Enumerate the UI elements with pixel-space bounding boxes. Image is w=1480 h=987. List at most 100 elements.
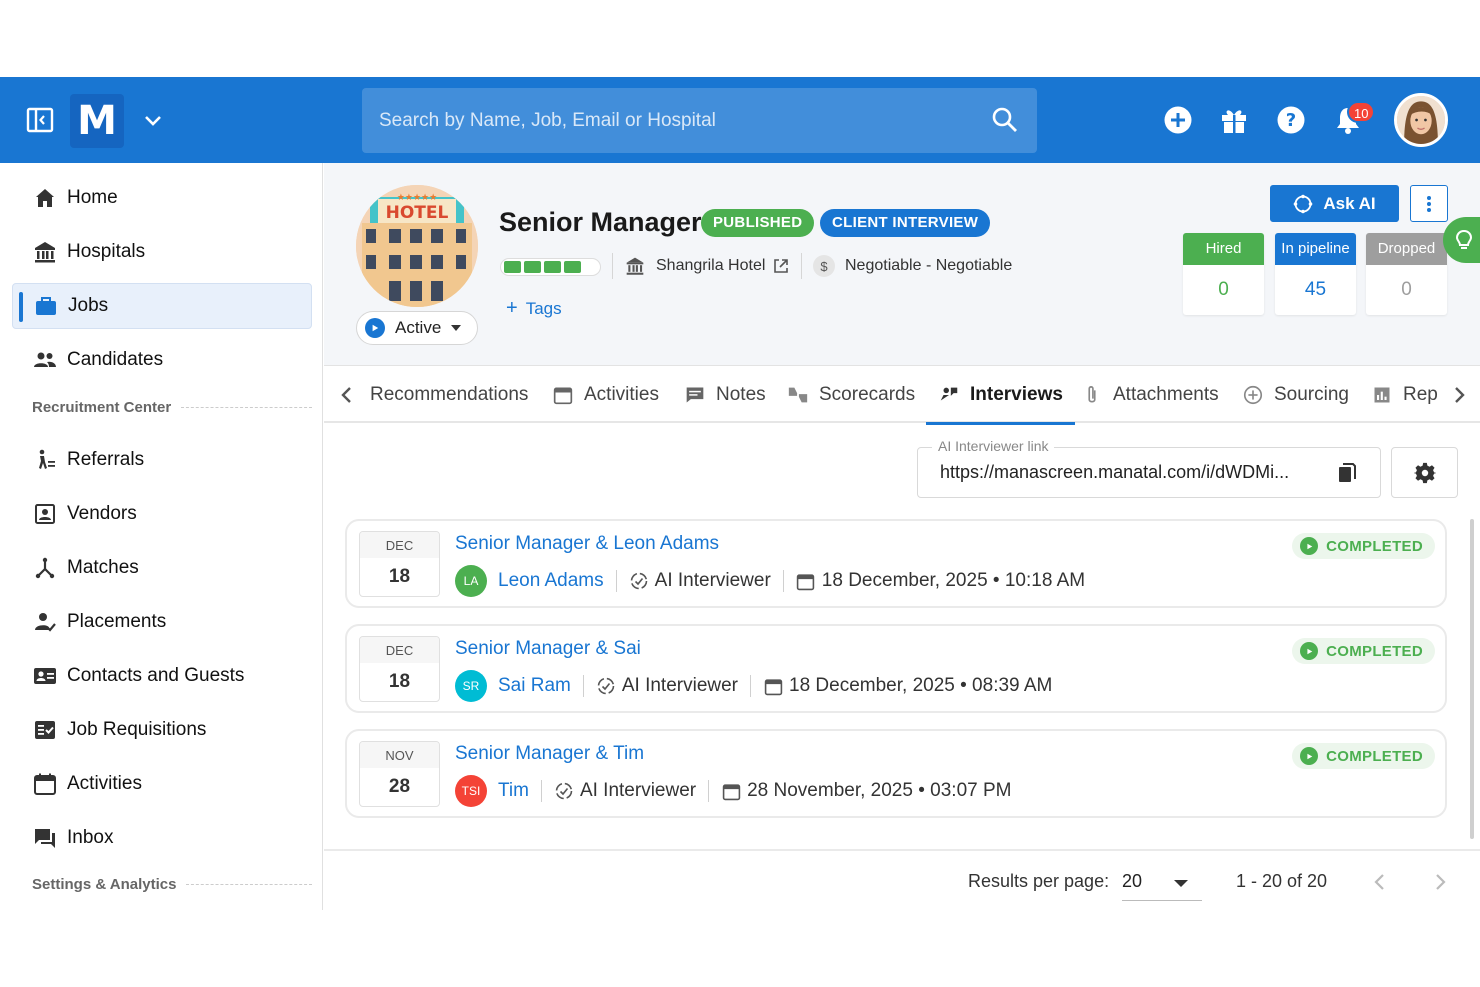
sidebar-item-contacts-and-guests[interactable]: Contacts and Guests (12, 653, 312, 699)
results-per-page-select[interactable]: 20 (1122, 863, 1202, 901)
sidebar-item-label: Jobs (68, 295, 109, 316)
placement-icon (32, 609, 58, 635)
sidebar-item-label: Inbox (67, 827, 114, 848)
tab-reports[interactable]: Rep (1371, 367, 1438, 423)
candidate-name-link[interactable]: Leon Adams (498, 570, 604, 592)
checklist-icon (32, 717, 58, 743)
candidate-name-link[interactable]: Sai Ram (498, 675, 571, 697)
job-status-select[interactable]: Active (356, 311, 478, 345)
interview-card[interactable]: DEC 18 Senior Manager & Leon Adams LA Le… (345, 519, 1447, 608)
search-input[interactable] (362, 88, 982, 153)
tab-attachments[interactable]: Attachments (1081, 367, 1219, 423)
progress-segment (524, 261, 541, 273)
building-icon (32, 239, 58, 265)
sidebar-item-candidates[interactable]: Candidates (12, 337, 312, 383)
sidebar-item-vendors[interactable]: Vendors (12, 491, 312, 537)
gift-icon[interactable] (1219, 105, 1249, 135)
published-chip: PUBLISHED (701, 209, 815, 237)
candidate-name-link[interactable]: Tim (498, 780, 529, 802)
tab-activities[interactable]: Activities (552, 367, 659, 423)
ask-ai-button[interactable]: Ask AI (1270, 185, 1399, 222)
interviewer-name: AI Interviewer (621, 675, 739, 696)
interview-settings-button[interactable] (1391, 447, 1458, 498)
interview-title-link[interactable]: Senior Manager & Leon Adams (455, 533, 719, 555)
interview-month: DEC (360, 637, 439, 663)
interview-day: 18 (388, 671, 411, 692)
add-tags-button[interactable]: + Tags (506, 297, 562, 320)
section-label-text: Settings & Analytics (32, 876, 177, 893)
more-options-button[interactable] (1410, 185, 1448, 222)
scrollbar[interactable] (1470, 519, 1474, 839)
sidebar-item-job-requisitions[interactable]: Job Requisitions (12, 707, 312, 753)
home-icon (32, 185, 58, 211)
interview-card[interactable]: DEC 18 Senior Manager & Sai SR Sai Ram A… (345, 624, 1447, 713)
chevron-left-icon[interactable] (336, 384, 358, 406)
sidebar-item-matches[interactable]: Matches (12, 545, 312, 591)
sidebar-toggle-icon[interactable] (26, 106, 54, 134)
more-vert-icon (1427, 195, 1431, 212)
sidebar-item-referrals[interactable]: Referrals (12, 437, 312, 483)
chevron-right-icon[interactable] (1448, 384, 1470, 406)
app-logo[interactable]: M (70, 94, 124, 148)
candidate-avatar: SR (455, 670, 487, 702)
svg-text:★★★★★: ★★★★★ (397, 193, 437, 203)
stat-hired[interactable]: Hired 0 (1183, 233, 1264, 315)
previous-page-icon[interactable] (1368, 870, 1392, 894)
external-link-icon[interactable] (773, 258, 789, 274)
app-window: M ? 10 (0, 77, 1480, 910)
job-hospital: Shangrila Hotel (624, 255, 789, 277)
tab-notes[interactable]: Notes (684, 367, 766, 423)
add-circle-icon[interactable] (1163, 105, 1193, 135)
gear-icon (1413, 462, 1436, 483)
referral-icon (32, 447, 58, 473)
vendor-icon (32, 501, 58, 527)
chevron-down-icon[interactable] (142, 109, 164, 131)
sidebar-item-inbox[interactable]: Inbox (12, 815, 312, 861)
next-page-icon[interactable] (1428, 870, 1452, 894)
divider (801, 253, 802, 279)
divider (615, 570, 617, 592)
sidebar-item-hospitals[interactable]: Hospitals (12, 229, 312, 275)
notification-badge: 10 (1347, 101, 1376, 123)
sidebar-item-label: Job Requisitions (67, 719, 207, 740)
ai-interviewer-link-field[interactable]: AI Interviewer link https://manascreen.m… (917, 438, 1381, 498)
tab-bar: Recommendations Activities Notes Scoreca… (324, 367, 1480, 425)
interviewer-name: AI Interviewer (579, 780, 697, 801)
tab-label: Notes (716, 384, 766, 405)
matches-icon (32, 555, 58, 581)
tab-scorecards[interactable]: Scorecards (787, 367, 915, 423)
tab-label: Activities (584, 384, 659, 405)
divider (540, 780, 542, 802)
note-icon (684, 384, 706, 406)
stat-dropped-value: 0 (1401, 279, 1412, 300)
stat-dropped[interactable]: Dropped 0 (1366, 233, 1447, 315)
dollar-icon: $ (813, 255, 835, 277)
search-icon[interactable] (991, 106, 1019, 134)
interview-title-link[interactable]: Senior Manager & Sai (455, 638, 641, 660)
job-progress-bar (500, 258, 601, 276)
caret-down-icon (451, 325, 462, 331)
copy-icon[interactable] (1336, 462, 1358, 484)
tips-button[interactable] (1443, 217, 1480, 263)
interview-datetime: 18 December, 2025 • 10:18 AM (821, 570, 1086, 591)
hospital-name-link[interactable]: Shangrila Hotel (656, 257, 765, 275)
sidebar-item-label: Candidates (67, 349, 164, 370)
help-icon[interactable]: ? (1276, 105, 1306, 135)
stat-pipeline[interactable]: In pipeline 45 (1275, 233, 1356, 315)
sidebar-item-jobs[interactable]: Jobs (12, 283, 312, 329)
sidebar-item-home[interactable]: Home (12, 175, 312, 221)
interview-card[interactable]: NOV 28 Senior Manager & Tim TSI Tim AI I… (345, 729, 1447, 818)
sidebar-item-activities[interactable]: Activities (12, 761, 312, 807)
play-icon (1300, 537, 1319, 555)
divider (582, 675, 584, 697)
tab-recommendations[interactable]: Recommendations (370, 367, 528, 423)
sidebar-item-placements[interactable]: Placements (12, 599, 312, 645)
interview-date: DEC 18 (359, 531, 440, 597)
interview-title-link[interactable]: Senior Manager & Tim (455, 743, 644, 765)
user-avatar[interactable] (1394, 93, 1448, 147)
sidebar-item-label: Matches (67, 557, 139, 578)
tab-sourcing[interactable]: Sourcing (1242, 367, 1349, 423)
tab-interviews[interactable]: Interviews (926, 367, 1075, 425)
job-salary: $ Negotiable - Negotiable (813, 255, 1012, 277)
ai-sparkle-icon (1294, 194, 1313, 213)
